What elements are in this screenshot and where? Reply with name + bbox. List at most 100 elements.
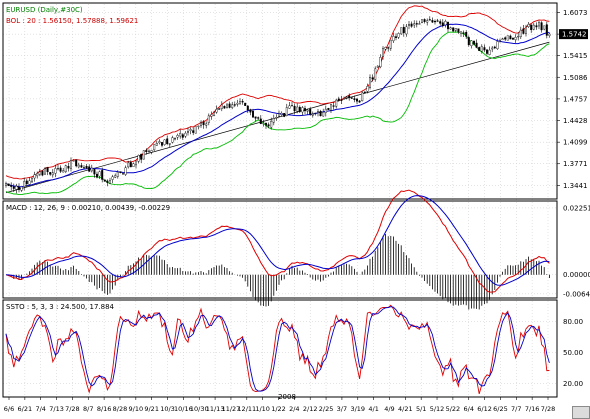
candle: [512, 37, 515, 40]
candle-body: [18, 186, 21, 190]
bollinger-middle-band: [5, 23, 550, 188]
candle-body: [171, 137, 174, 143]
candle: [491, 45, 494, 53]
candle: [121, 173, 124, 175]
stochastic-tick-label: 50.00: [563, 349, 583, 357]
candle-body: [517, 35, 520, 38]
candle-body: [428, 19, 431, 21]
candle-body: [218, 108, 221, 110]
candle: [324, 105, 327, 117]
macd-tick-label: -0.00644: [563, 290, 590, 298]
price-panel-frame: [2, 2, 558, 200]
candle-body: [314, 112, 317, 115]
candle: [259, 115, 262, 125]
candle: [418, 20, 421, 25]
candle-body: [41, 170, 44, 176]
date-tick-label: 8/16: [97, 405, 112, 413]
date-tick-label: 6/12: [477, 405, 492, 413]
price-tick-label: 1.3771: [563, 160, 588, 168]
candle-body: [543, 25, 546, 30]
candle: [431, 17, 434, 23]
candle-body: [173, 138, 176, 140]
candle-body: [288, 105, 291, 109]
candle: [317, 109, 320, 117]
candle-body: [262, 122, 265, 124]
candle-body: [311, 113, 314, 116]
candle: [236, 99, 239, 107]
candle-body: [103, 179, 106, 182]
macd-legend: MACD : 12, 26, 9 : 0.00210, 0.00439, -0.…: [6, 204, 170, 212]
candle-body: [228, 103, 231, 108]
candle-body: [480, 46, 483, 52]
candle: [400, 27, 403, 35]
candle-body: [259, 118, 262, 124]
candle: [335, 98, 338, 109]
candle-body: [519, 29, 522, 38]
candle-body: [215, 109, 218, 113]
date-tick-label: 2/4: [289, 405, 299, 413]
candle: [228, 101, 231, 109]
candle: [332, 102, 335, 110]
candle: [95, 171, 98, 179]
candle-body: [212, 112, 215, 116]
candle-body: [361, 92, 364, 102]
candle-body: [410, 23, 413, 27]
candle: [530, 24, 533, 33]
candle-body: [28, 180, 31, 185]
candle-body: [439, 21, 442, 24]
candle-body: [402, 26, 405, 34]
candle-body: [501, 38, 504, 41]
candle: [540, 21, 543, 33]
candle: [171, 135, 174, 144]
candle-body: [540, 22, 543, 31]
candle-body: [23, 181, 26, 187]
bollinger-legend: BOL : 20 : 1.56150, 1.57888, 1.59621: [6, 17, 138, 25]
candle: [4, 181, 7, 188]
candle-body: [376, 65, 379, 68]
candle: [101, 167, 104, 183]
candle-body: [405, 26, 408, 35]
candle: [194, 126, 197, 134]
candle: [366, 83, 369, 94]
candle-body: [205, 123, 208, 126]
candle-body: [363, 91, 366, 93]
candle: [488, 46, 491, 56]
candle-body: [233, 104, 236, 106]
candle-body: [348, 95, 351, 98]
candle: [51, 169, 54, 178]
candle-body: [319, 111, 322, 117]
candle-body: [296, 106, 299, 112]
candle-body: [475, 42, 478, 48]
date-tick-label: 2/12: [303, 405, 318, 413]
candle-body: [457, 28, 460, 33]
candle-body: [31, 178, 34, 183]
candle-body: [483, 47, 486, 51]
candle: [147, 149, 150, 154]
candle-body: [431, 20, 434, 23]
candle: [483, 44, 486, 52]
candle-body: [82, 166, 85, 169]
price-tick-label: 1.4099: [563, 139, 588, 147]
candle-body: [478, 47, 481, 51]
candle: [470, 40, 473, 49]
candle-body: [330, 104, 333, 111]
trendline: [5, 41, 550, 194]
candle: [473, 40, 476, 46]
candle: [462, 30, 465, 37]
candle: [434, 19, 437, 25]
candle: [88, 164, 91, 172]
candle-body: [499, 40, 502, 42]
candle-body: [493, 46, 496, 49]
candle: [311, 111, 314, 118]
candle-body: [137, 155, 140, 162]
candle-body: [337, 98, 340, 101]
price-tick-label: 1.6073: [563, 9, 588, 17]
candle-body: [181, 134, 184, 138]
candle: [405, 23, 408, 37]
candle: [522, 24, 525, 35]
candle-body: [496, 41, 499, 50]
candle-body: [415, 23, 418, 25]
price-tick-label: 1.5415: [563, 52, 588, 60]
candle-body: [54, 168, 57, 174]
candle-body: [397, 33, 400, 38]
